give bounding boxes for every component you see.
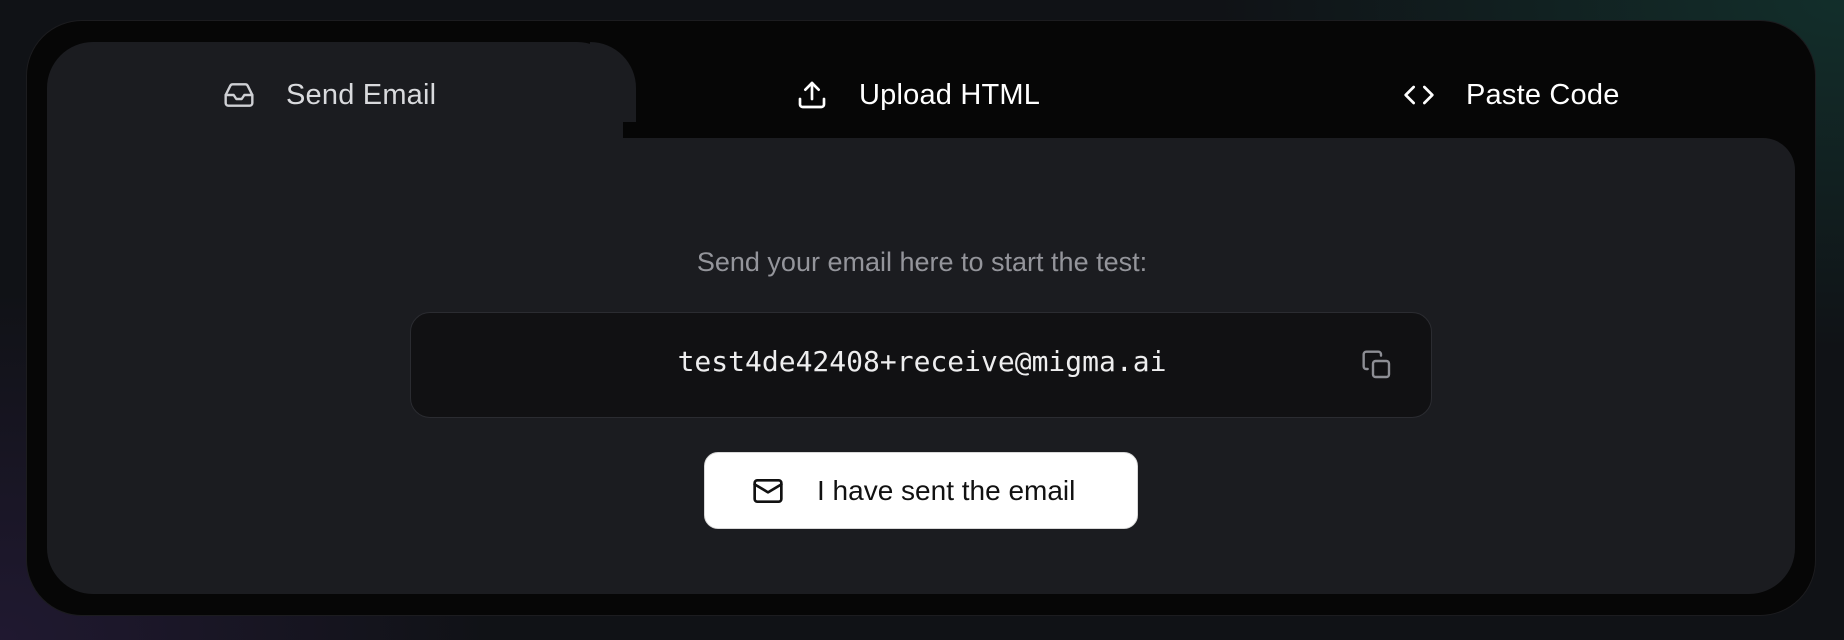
tab-send-email-label: Send Email [286,78,437,111]
email-sent-button[interactable]: I have sent the email [704,452,1138,529]
tab-send-email[interactable]: Send Email [222,70,436,120]
copy-icon [1361,349,1393,386]
tab-upload-html[interactable]: Upload HTML [795,70,1040,120]
email-sent-button-label: I have sent the email [817,474,1076,506]
test-email-field[interactable]: test4de42408+receive@migma.ai [410,312,1432,418]
tab-upload-html-label: Upload HTML [859,78,1041,111]
inbox-icon [222,78,256,112]
copy-button[interactable] [1359,349,1395,385]
tab-paste-code-label: Paste Code [1466,78,1620,111]
test-email-address[interactable]: test4de42408+receive@migma.ai [411,345,1433,378]
instruction-text: Send your email here to start the test: [696,247,1148,277]
code-icon [1402,78,1436,112]
mail-icon [752,475,784,507]
tab-paste-code[interactable]: Paste Code [1402,70,1620,120]
upload-icon [795,78,829,112]
